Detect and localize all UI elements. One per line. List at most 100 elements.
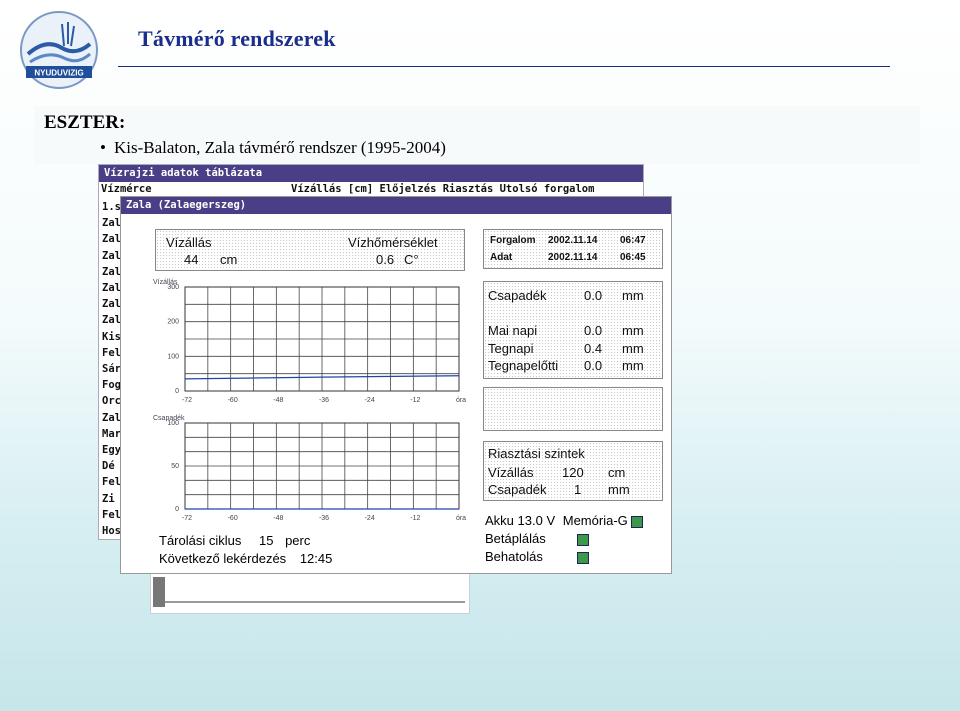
nyuduvizig-logo: NYUDUVIZIG (18, 10, 100, 90)
table-row[interactable]: Zal (102, 312, 121, 328)
precip-value: 0.0 (584, 288, 603, 303)
col-values: Vízállás [cm] Előjelzés Riasztás Utolsó … (291, 183, 595, 195)
traffic-label: Forgalom (490, 235, 536, 246)
next-query-row: Következő lekérdezés 12:45 (159, 551, 332, 566)
table-row[interactable]: Fog (102, 377, 121, 393)
water-level-chart: Vízállás3002001000-72 -60 -48 -36 -24 -12 óra (153, 279, 466, 404)
y-tick-label: 0 (175, 388, 179, 395)
x-tick-label: -36 (319, 515, 329, 522)
x-tick-label: -72 (182, 397, 192, 404)
akku-row: Akku 13.0 V Memória-G (485, 513, 644, 528)
yesterday-unit: mm (622, 341, 644, 356)
data-label: Adat (490, 252, 513, 263)
table-row[interactable]: Zal (102, 264, 121, 280)
x-tick-label: -24 (365, 515, 375, 522)
y-tick-label: 0 (175, 506, 179, 513)
x-tick-label: óra (456, 515, 466, 522)
alarm-level-value: 120 (562, 465, 584, 480)
next-label: Következő lekérdezés (159, 551, 287, 566)
precipitation-chart: Csapadék100500-72 -60 -48 -36 -24 -12 óra (153, 415, 466, 522)
table-row[interactable]: Sár (102, 361, 121, 377)
x-tick-label: óra (456, 397, 466, 404)
akku-label: Akku (485, 513, 514, 528)
alarm-levels-panel: Riasztási szintek Vízállás 120 cm Csapad… (483, 441, 663, 501)
table-row[interactable]: Egy (102, 442, 121, 458)
x-tick-label: -12 (410, 397, 420, 404)
today-value: 0.0 (584, 323, 603, 338)
water-temp-value: 0.6 (376, 252, 395, 267)
storage-cycle-row: Tárolási ciklus 15 perc (159, 533, 310, 548)
station-titlebar[interactable]: Zala (Zalaegerszeg) (121, 197, 671, 214)
traffic-date: 2002.11.14 (548, 235, 598, 246)
data-time: 06:45 (620, 252, 646, 263)
intrusion-indicator-icon (577, 552, 589, 564)
akku-value: 13.0 V (517, 513, 556, 528)
table-row[interactable]: Orc (102, 393, 121, 409)
alarm-precip-unit: mm (608, 482, 630, 497)
daybefore-label: Tegnapelőtti (488, 358, 559, 373)
table-row[interactable]: Hos (102, 523, 121, 539)
intrusion-label: Behatolás (485, 549, 543, 564)
precip-label: Csapadék (488, 288, 547, 303)
page-title: Távmérő rendszerek (138, 26, 336, 51)
table-row[interactable]: Zal (102, 248, 121, 264)
data-table-header: Vízmérce Vízállás [cm] Előjelzés Riasztás… (101, 183, 594, 195)
y-tick-label: 300 (167, 284, 179, 291)
daybefore-unit: mm (622, 358, 644, 373)
table-row[interactable]: Kis (102, 329, 121, 345)
traffic-time: 06:47 (620, 235, 646, 246)
x-tick-label: -60 (228, 515, 238, 522)
memory-indicator-icon (631, 515, 644, 528)
title-divider (118, 66, 890, 67)
level-temp-panel: Vízállás 44 cm Vízhőmérséklet 0.6 C° (155, 229, 465, 271)
alarm-precip-value: 1 (574, 482, 582, 497)
intrusion-row: Behatolás (485, 549, 595, 564)
y-tick-label: 100 (167, 353, 179, 360)
empty-status-panel (483, 387, 663, 431)
table-row[interactable]: Zal (102, 280, 121, 296)
logo-text: NYUDUVIZIG (34, 69, 83, 78)
inbound-label: Betáplálás (485, 531, 546, 546)
table-row[interactable]: Fel (102, 507, 121, 523)
slide-bullet: • Kis-Balaton, Zala távmérő rendszer (199… (100, 138, 446, 158)
x-tick-label: -36 (319, 397, 329, 404)
table-row[interactable]: Fel (102, 345, 121, 361)
table-row[interactable]: Fel (102, 474, 121, 490)
x-tick-label: -48 (273, 515, 283, 522)
x-tick-label: -48 (273, 397, 283, 404)
slide-heading: ESZTER: (44, 112, 126, 133)
y-tick-label: 100 (167, 420, 179, 427)
bullet-icon: • (100, 138, 106, 157)
table-row[interactable]: Mar (102, 426, 121, 442)
alarm-title: Riasztási szintek (488, 446, 585, 461)
table-row[interactable]: Zal (102, 231, 121, 247)
alarm-precip-label: Csapadék (488, 482, 547, 497)
x-tick-label: -12 (410, 515, 420, 522)
data-table-titlebar[interactable]: Vízrajzi adatok táblázata (99, 165, 643, 182)
x-tick-label: -72 (182, 515, 192, 522)
data-table-rows: 1.s Zal Zal Zal Zal Zal Zal Zal Kis Fel Sár Fog Orc Z… (102, 199, 121, 539)
storage-label: Tárolási ciklus (159, 533, 242, 548)
table-row[interactable]: Zal (102, 296, 121, 312)
table-row[interactable]: Zi (102, 491, 121, 507)
memory-label: Memória-G (562, 513, 628, 528)
next-value: 12:45 (299, 551, 333, 566)
yesterday-label: Tegnapi (488, 341, 534, 356)
storage-value: 15 (258, 533, 274, 548)
storage-unit: perc (285, 533, 311, 548)
table-row[interactable]: Zal (102, 410, 121, 426)
table-row[interactable]: Zal (102, 215, 121, 231)
table-row[interactable]: 1.s (102, 199, 121, 215)
precip-unit: mm (622, 288, 644, 303)
precipitation-panel: Csapadék 0.0 mm Mai napi 0.0 mm Tegnapi … (483, 281, 663, 379)
col-gauge: Vízmérce (101, 183, 152, 195)
y-tick-label: 200 (167, 319, 179, 326)
table-row[interactable]: Dé (102, 458, 121, 474)
inbound-indicator-icon (577, 534, 589, 546)
water-level-label: Vízállás (166, 235, 212, 250)
x-tick-label: -60 (228, 397, 238, 404)
water-temp-label: Vízhőmérséklet (348, 235, 438, 250)
y-tick-label: 50 (171, 463, 179, 470)
station-window: Zala (Zalaegerszeg) Vízállás 44 cm Vízhő… (120, 196, 672, 574)
water-temp-unit: C° (404, 252, 419, 267)
